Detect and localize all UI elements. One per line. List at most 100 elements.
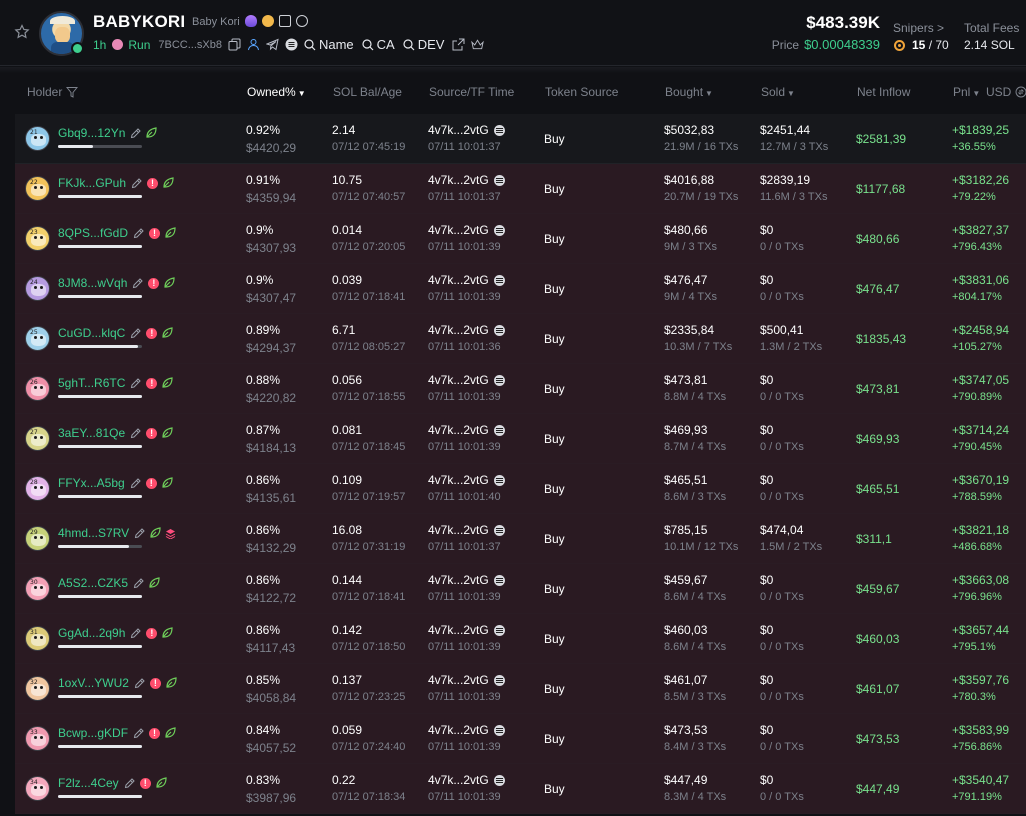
telegram-icon[interactable] bbox=[265, 38, 279, 51]
source-address-link[interactable]: 4v7k...2vtG bbox=[428, 573, 489, 587]
source-address-link[interactable]: 4v7k...2vtG bbox=[428, 523, 489, 537]
holder-avatar[interactable]: 32 bbox=[25, 676, 50, 701]
holder-avatar[interactable]: 34 bbox=[25, 776, 50, 801]
holder-row[interactable]: 27 3aEY...81Qe ! 0.87% $4184,13 0.081 07… bbox=[15, 414, 1026, 464]
edit-pencil-icon[interactable] bbox=[131, 177, 142, 189]
holder-address-link[interactable]: 8JM8...wVqh bbox=[58, 276, 127, 290]
holder-address-link[interactable]: A5S2...CZK5 bbox=[58, 576, 128, 590]
col-sol-bal[interactable]: SOL Bal/Age bbox=[333, 85, 402, 99]
holder-row[interactable]: 31 GgAd...2q9h ! 0.86% $4117,43 0.142 07… bbox=[15, 614, 1026, 664]
holder-row[interactable]: 24 8JM8...wVqh ! 0.9% $4307,47 0.039 07/… bbox=[15, 264, 1026, 314]
holder-address-link[interactable]: Bcwp...gKDF bbox=[58, 726, 128, 740]
holder-avatar[interactable]: 25 bbox=[25, 326, 50, 351]
edit-pencil-icon[interactable] bbox=[130, 127, 142, 139]
holder-address-link[interactable]: GgAd...2q9h bbox=[58, 626, 125, 640]
source-address-link[interactable]: 4v7k...2vtG bbox=[428, 473, 489, 487]
holder-address-link[interactable]: 1oxV...YWU2 bbox=[58, 676, 129, 690]
col-owned[interactable]: Owned% ▼ bbox=[247, 85, 306, 99]
source-address-link[interactable]: 4v7k...2vtG bbox=[428, 673, 489, 687]
filter-icon[interactable] bbox=[65, 86, 78, 98]
col-bought[interactable]: Bought ▼ bbox=[665, 85, 713, 99]
col-holder[interactable]: Holder bbox=[27, 85, 78, 99]
snipers-link[interactable]: Snipers > bbox=[893, 21, 944, 35]
pnl-usd: +$3182,26 bbox=[952, 173, 1010, 187]
holder-address-link[interactable]: 3aEY...81Qe bbox=[58, 426, 125, 440]
source-address-link[interactable]: 4v7k...2vtG bbox=[428, 723, 489, 737]
crown-icon[interactable] bbox=[471, 38, 485, 51]
holder-avatar[interactable]: 27 bbox=[25, 426, 50, 451]
bought-usd: $459,67 bbox=[664, 573, 708, 587]
holder-avatar[interactable]: 24 bbox=[25, 276, 50, 301]
holder-row[interactable]: 30 A5S2...CZK5 0.86% $4122,72 0.144 07/1… bbox=[15, 564, 1026, 614]
edit-pencil-icon[interactable] bbox=[133, 577, 144, 589]
col-source[interactable]: Source/TF Time bbox=[429, 85, 514, 99]
source-address-link[interactable]: 4v7k...2vtG bbox=[428, 323, 489, 337]
col-net-inflow[interactable]: Net Inflow bbox=[857, 85, 910, 99]
holder-row[interactable]: 32 1oxV...YWU2 ! 0.85% $4058,84 0.137 07… bbox=[15, 664, 1026, 714]
search-dev-button[interactable]: DEV bbox=[403, 37, 444, 52]
edit-pencil-icon[interactable] bbox=[130, 377, 142, 389]
holder-avatar[interactable]: 28 bbox=[25, 476, 50, 501]
edit-pencil-icon[interactable] bbox=[130, 427, 141, 439]
users-search-icon[interactable] bbox=[296, 15, 308, 27]
search-ca-button[interactable]: CA bbox=[362, 37, 395, 52]
holder-address-link[interactable]: 5ghT...R6TC bbox=[58, 376, 125, 390]
holder-avatar[interactable]: 29 bbox=[25, 526, 50, 551]
people-icon[interactable] bbox=[262, 15, 274, 27]
favorite-star-icon[interactable] bbox=[14, 24, 30, 40]
holder-row[interactable]: 25 CuGD...klqC ! 0.89% $4294,37 6.71 07/… bbox=[15, 314, 1026, 364]
holder-row[interactable]: 29 4hmd...S7RV 0.86% $4132,29 16.08 07/1… bbox=[15, 514, 1026, 564]
holder-address-link[interactable]: CuGD...klqC bbox=[58, 326, 125, 340]
copy-icon[interactable] bbox=[228, 38, 241, 51]
holder-address-link[interactable]: 8QPS...fGdD bbox=[58, 226, 128, 240]
holder-address-link[interactable]: 4hmd...S7RV bbox=[58, 526, 129, 540]
id-card-icon[interactable] bbox=[279, 15, 291, 27]
holder-address-link[interactable]: Gbq9...12Yn bbox=[58, 126, 125, 140]
edit-pencil-icon[interactable] bbox=[133, 727, 144, 739]
net-inflow: $311,1 bbox=[856, 532, 892, 546]
holder-row[interactable]: 33 Bcwp...gKDF ! 0.84% $4057,52 0.059 07… bbox=[15, 714, 1026, 764]
flame-icon[interactable] bbox=[245, 15, 257, 27]
source-address-link[interactable]: 4v7k...2vtG bbox=[428, 223, 489, 237]
holder-address-link[interactable]: F2lz...4Cey bbox=[58, 776, 119, 790]
col-pnl[interactable]: Pnl ▼ bbox=[953, 85, 980, 99]
holder-address-link[interactable]: FKJk...GPuh bbox=[58, 176, 126, 190]
edit-pencil-icon[interactable] bbox=[133, 227, 144, 239]
holder-row[interactable]: 28 FFYx...A5bg ! 0.86% $4135,61 0.109 07… bbox=[15, 464, 1026, 514]
holder-row[interactable]: 23 8QPS...fGdD ! 0.9% $4307,93 0.014 07/… bbox=[15, 214, 1026, 264]
holder-avatar[interactable]: 22 bbox=[25, 176, 50, 201]
edit-pencil-icon[interactable] bbox=[130, 477, 141, 489]
edit-pencil-icon[interactable] bbox=[130, 627, 142, 639]
source-address-link[interactable]: 4v7k...2vtG bbox=[428, 423, 489, 437]
holder-avatar[interactable]: 33 bbox=[25, 726, 50, 751]
col-sold[interactable]: Sold ▼ bbox=[761, 85, 795, 99]
holder-row[interactable]: 22 FKJk...GPuh ! 0.91% $4359,94 10.75 07… bbox=[15, 164, 1026, 214]
user-icon[interactable] bbox=[247, 38, 260, 51]
holder-avatar[interactable]: 30 bbox=[25, 576, 50, 601]
source-address-link[interactable]: 4v7k...2vtG bbox=[428, 173, 489, 187]
edit-pencil-icon[interactable] bbox=[134, 527, 145, 539]
holder-address-link[interactable]: FFYx...A5bg bbox=[58, 476, 125, 490]
edit-pencil-icon[interactable] bbox=[132, 277, 144, 289]
external-link-icon[interactable] bbox=[452, 38, 465, 51]
source-address-link[interactable]: 4v7k...2vtG bbox=[428, 273, 489, 287]
col-token-source[interactable]: Token Source bbox=[545, 85, 618, 99]
holder-row[interactable]: 34 F2lz...4Cey ! 0.83% $3987,96 0.22 07/… bbox=[15, 764, 1026, 814]
holder-avatar[interactable]: 26 bbox=[25, 376, 50, 401]
search-name-button[interactable]: Name bbox=[304, 37, 354, 52]
edit-pencil-icon[interactable] bbox=[134, 677, 145, 689]
holder-row[interactable]: 21 Gbq9...12Yn 0.92% $4420,29 2.14 07/12… bbox=[15, 114, 1026, 164]
source-address-link[interactable]: 4v7k...2vtG bbox=[428, 123, 489, 137]
edit-pencil-icon[interactable] bbox=[130, 327, 142, 339]
holder-row[interactable]: 26 5ghT...R6TC ! 0.88% $4220,82 0.056 07… bbox=[15, 364, 1026, 414]
currency-toggle[interactable]: USD bbox=[986, 85, 1026, 99]
holder-avatar[interactable]: 23 bbox=[25, 226, 50, 251]
holder-avatar[interactable]: 21 bbox=[25, 126, 50, 151]
source-address-link[interactable]: 4v7k...2vtG bbox=[428, 773, 489, 787]
source-address-link[interactable]: 4v7k...2vtG bbox=[428, 623, 489, 637]
source-address-link[interactable]: 4v7k...2vtG bbox=[428, 373, 489, 387]
holder-avatar[interactable]: 31 bbox=[25, 626, 50, 651]
edit-pencil-icon[interactable] bbox=[124, 777, 135, 789]
pnl-percent: +788.59% bbox=[952, 491, 1002, 503]
solana-icon[interactable] bbox=[285, 38, 298, 51]
